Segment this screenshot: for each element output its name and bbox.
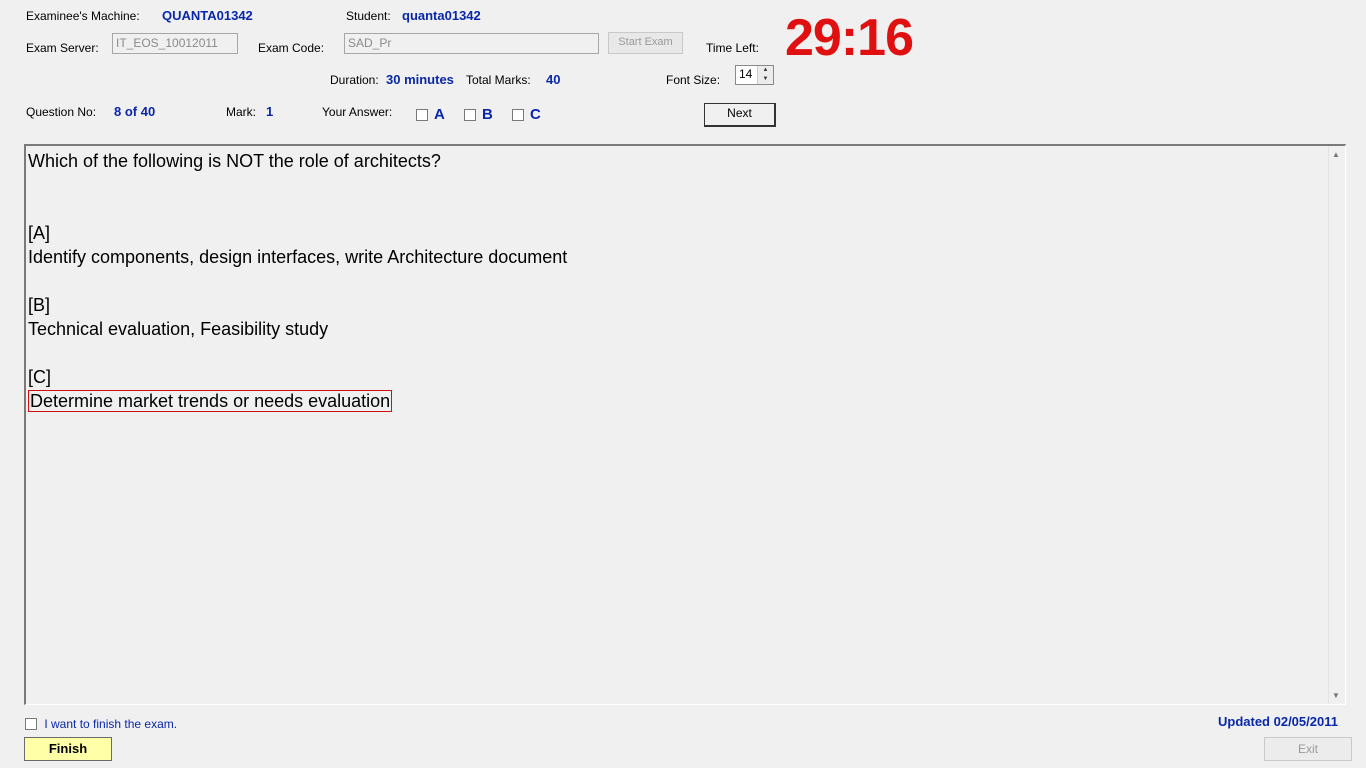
server-field[interactable]: IT_EOS_10012011 <box>112 33 238 54</box>
option-a-label: A <box>434 106 445 123</box>
code-label: Exam Code: <box>258 41 325 55</box>
student-value: quanta01342 <box>402 8 481 23</box>
finish-confirm-checkbox[interactable] <box>25 717 37 730</box>
checkbox-a[interactable] <box>416 108 428 121</box>
updated-text: Updated 02/05/2011 <box>1218 714 1338 729</box>
mark-label: Mark: <box>226 105 256 119</box>
answer-b-key: [B] <box>28 295 51 315</box>
exit-button[interactable]: Exit <box>1264 737 1352 761</box>
finish-confirm[interactable]: I want to finish the exam. <box>25 716 177 731</box>
time-left-value: 29:16 <box>785 9 914 67</box>
student-label: Student: <box>346 9 391 23</box>
server-label: Exam Server: <box>26 41 99 55</box>
your-answer-label: Your Answer: <box>322 105 393 119</box>
machine-label: Examinee's Machine: <box>26 9 140 23</box>
question-text: Which of the following is NOT the role o… <box>28 151 441 171</box>
answer-c-text: Determine market trends or needs evaluat… <box>28 390 393 412</box>
font-size-value: 14 <box>739 67 753 81</box>
answer-option-a[interactable]: A <box>416 106 445 123</box>
exam-code-field[interactable]: SAD_Pr <box>344 33 599 54</box>
question-panel[interactable]: Which of the following is NOT the role o… <box>24 144 1346 705</box>
answer-c-key: [C] <box>28 367 52 387</box>
time-left-label: Time Left: <box>706 41 759 55</box>
start-exam-button[interactable]: Start Exam <box>608 32 683 54</box>
answer-option-b[interactable]: B <box>464 106 493 123</box>
checkbox-b[interactable] <box>464 108 476 121</box>
answer-b-text: Technical evaluation, Feasibility study <box>28 319 329 339</box>
scroll-up-icon[interactable]: ▲ <box>1332 150 1340 159</box>
question-no-value: 8 of 40 <box>114 104 156 119</box>
total-marks-value: 40 <box>546 72 561 87</box>
finish-confirm-label: I want to finish the exam. <box>44 716 178 731</box>
answer-a-key: [A] <box>28 223 51 243</box>
next-button[interactable]: Next <box>704 103 776 127</box>
checkbox-c[interactable] <box>512 108 524 121</box>
font-size-label: Font Size: <box>666 73 721 87</box>
vertical-scrollbar[interactable]: ▲ ▼ <box>1328 146 1343 704</box>
scroll-down-icon[interactable]: ▼ <box>1332 691 1340 700</box>
finish-button[interactable]: Finish <box>24 737 112 761</box>
question-content: Which of the following is NOT the role o… <box>28 149 567 413</box>
font-size-spinner[interactable]: 14 ▲ ▼ <box>735 65 774 85</box>
question-no-label: Question No: <box>26 105 97 119</box>
total-marks-label: Total Marks: <box>466 73 531 87</box>
machine-value: QUANTA01342 <box>162 8 253 23</box>
duration-value: 30 minutes <box>386 72 454 87</box>
duration-label: Duration: <box>330 73 379 87</box>
spinner-arrows-icon[interactable]: ▲ ▼ <box>757 66 773 84</box>
mark-value: 1 <box>266 104 274 119</box>
answer-a-text: Identify components, design interfaces, … <box>28 247 568 267</box>
answer-option-c[interactable]: C <box>512 106 541 123</box>
option-b-label: B <box>482 106 493 123</box>
option-c-label: C <box>530 106 541 123</box>
